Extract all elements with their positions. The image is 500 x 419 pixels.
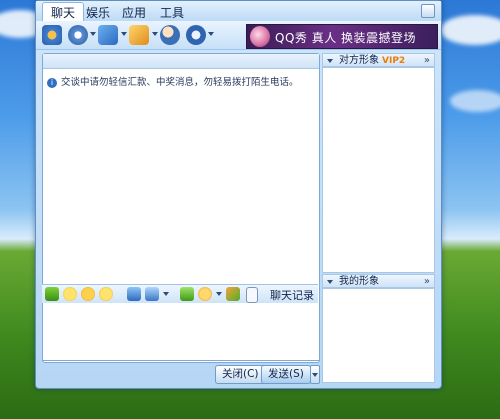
history-icon[interactable] [246,287,258,303]
menu-chat[interactable]: 聊天 [42,2,85,23]
my-avatar-title: 我的形象 [339,276,379,287]
peer-avatar-view [322,67,435,273]
peer-avatar-title: 对方形象 [339,55,379,66]
remote-assist-icon[interactable] [186,25,206,45]
chat-history-button[interactable]: 聊天记录 [270,287,314,303]
video-call-dropdown-icon[interactable] [90,32,96,36]
qq-chat-window: 聊天 娱乐 应用 工具 QQ秀 真人 换装震撼登场 i 交谈中请勿轻信汇款、中奖消… [35,0,442,389]
message-area-header [43,54,319,69]
cloud [440,15,500,45]
send-button[interactable]: 发送(S) [261,365,311,384]
scene-dropdown-icon[interactable] [216,292,222,296]
close-button[interactable]: 关闭(C) [215,365,266,384]
doodle-icon[interactable] [226,287,240,301]
peer-avatar-header[interactable]: 对方形象 VIP2 » [322,53,435,67]
webcam-icon[interactable] [42,25,62,45]
avatar-side-panel: 对方形象 VIP2 » 我的形象 » [322,53,435,383]
security-notice-text: 交谈中请勿轻信汇款、中奖消息，勿轻易拨打陌生电话。 [61,77,299,88]
collapse-icon[interactable] [327,280,333,284]
image-icon[interactable] [145,287,159,301]
voice-icon[interactable] [98,25,118,45]
collapse-icon[interactable] [327,59,333,63]
magic-emoticon-icon[interactable] [81,287,95,301]
image-dropdown-icon[interactable] [163,292,169,296]
menu-entertainment[interactable]: 娱乐 [86,4,110,21]
my-avatar-view [322,288,435,383]
vip-badge: VIP2 [382,56,406,66]
avatar-banner-image [250,26,270,47]
format-toolbar: 聊天记录 [42,284,318,304]
banner-text: QQ秀 真人 换装震撼登场 [275,31,417,45]
message-input[interactable] [42,303,320,361]
scene-icon[interactable] [198,287,212,301]
security-notice: i 交谈中请勿轻信汇款、中奖消息，勿轻易拨打陌生电话。 [47,74,315,88]
expand-chevron-icon[interactable]: » [424,54,430,68]
menu-bar: 聊天 娱乐 应用 工具 [36,1,441,23]
video-call-icon[interactable] [68,25,88,45]
remote-assist-dropdown-icon[interactable] [208,32,214,36]
font-icon[interactable] [45,287,59,301]
cloud [450,90,500,112]
file-transfer-dropdown-icon[interactable] [152,32,158,36]
expand-chevron-icon[interactable]: » [424,275,430,289]
emoticon-icon[interactable] [63,287,77,301]
menu-apps[interactable]: 应用 [122,4,146,21]
window-maximize-button[interactable] [421,4,435,18]
music-icon[interactable] [180,287,194,301]
info-icon: i [47,77,57,88]
my-avatar-header[interactable]: 我的形象 » [322,274,435,288]
menu-tools[interactable]: 工具 [160,4,184,21]
screenshot-icon[interactable] [127,287,141,301]
send-options-dropdown-icon[interactable] [310,365,320,384]
qq-show-banner[interactable]: QQ秀 真人 换装震撼登场 [246,24,438,49]
add-friend-icon[interactable] [160,25,180,45]
file-transfer-icon[interactable] [129,25,149,45]
voice-dropdown-icon[interactable] [121,32,127,36]
shake-icon[interactable] [99,287,113,301]
